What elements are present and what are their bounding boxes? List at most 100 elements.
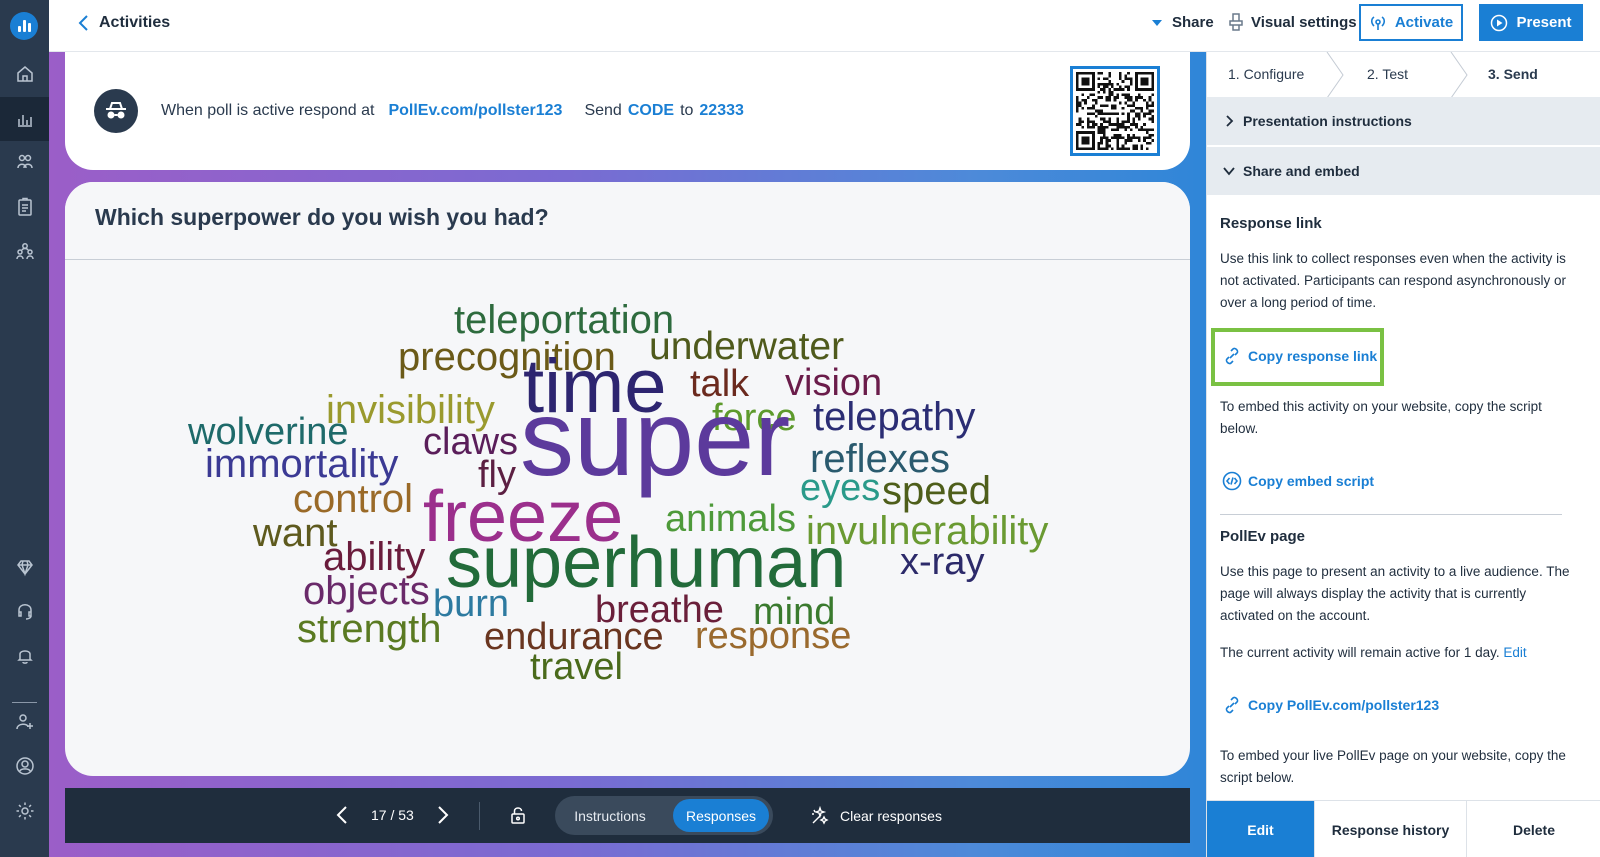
settings-gear-icon[interactable] [0,789,49,833]
word-cloud: teleportation underwater precognition time t… [65,261,1190,776]
instructions-tab[interactable]: Instructions [559,799,661,832]
word-cloud-word: underwater [649,325,845,368]
presentation-controls-bar: 17 / 53 Instructions Responses Clear res… [65,788,1190,843]
send-code: CODE [627,102,675,119]
word-cloud-word: objects [303,569,430,613]
step-divider-icon [1325,51,1345,99]
step-configure[interactable]: 1. Configure [1228,66,1304,82]
steps-nav: 1. Configure 2. Test 3. Send [1207,51,1600,99]
delete-button[interactable]: Delete [1467,801,1600,857]
controls-divider [479,802,480,830]
chevron-left-icon [336,806,347,824]
sparkle-clear-icon [812,806,829,825]
word-cloud-word: super [520,377,791,498]
diamond-icon[interactable] [0,545,49,589]
bottom-actions: Edit Response history Delete [1207,800,1600,857]
edit-button[interactable]: Edit [1207,801,1315,857]
reports-icon[interactable] [0,185,49,229]
active-duration-text: The current activity will remain active … [1220,642,1572,664]
qr-code-icon [1076,72,1154,150]
home-icon[interactable] [0,52,49,96]
left-rail [0,0,49,857]
step-send[interactable]: 3. Send [1488,66,1538,82]
active-duration-label: The current activity will remain active … [1220,645,1500,660]
paint-brush-icon [1229,13,1243,31]
word-cloud-word: response [695,615,852,657]
previous-activity-button[interactable] [335,805,349,825]
presentation-instructions-accordion[interactable]: Presentation instructions [1207,97,1600,145]
share-label: Share [1172,14,1214,31]
share-button[interactable]: Share [1152,14,1214,31]
copy-response-link-button[interactable]: Copy response link [1222,346,1377,366]
top-bar: Activities Share Visual settings Activat… [49,0,1600,52]
word-cloud-word: telepathy [813,395,976,439]
question-card: Which superpower do you wish you had? te… [65,182,1190,776]
share-and-embed-accordion[interactable]: Share and embed [1207,147,1600,195]
copy-response-link-label: Copy response link [1248,348,1378,364]
word-cloud-word: teleportation [454,298,675,342]
respond-text: When poll is active respond at PollEv.co… [161,102,744,120]
lock-toggle-button[interactable] [508,805,528,825]
back-label: Activities [99,14,171,31]
qr-code[interactable] [1070,66,1160,156]
copy-pollev-url-button[interactable]: Copy PollEv.com/pollster123 [1222,695,1439,715]
clear-responses-label: Clear responses [840,808,942,824]
step-divider-icon [1449,51,1469,99]
embed-description: To embed this activity on your website, … [1220,399,1542,436]
next-activity-button[interactable] [436,805,450,825]
presentation-instructions-label: Presentation instructions [1243,113,1412,129]
word-cloud-word: x-ray [900,541,985,583]
word-cloud-word: eyes [800,467,881,509]
present-button[interactable]: Present [1479,4,1583,41]
activate-button[interactable]: Activate [1359,4,1463,41]
pollev-page-heading: PollEv page [1220,528,1306,545]
responses-tab[interactable]: Responses [673,799,769,832]
word-cloud-word: speed [882,469,991,513]
view-toggle: Instructions Responses [555,796,773,835]
pollev-page-description: Use this page to present an activity to … [1220,564,1570,623]
visual-settings-label: Visual settings [1251,13,1357,31]
activities-icon[interactable] [0,97,49,141]
response-link-description: Use this link to collect responses even … [1220,251,1566,310]
copy-pollev-url-label: Copy PollEv.com/pollster123 [1248,697,1440,713]
profile-icon[interactable] [0,744,49,788]
chevron-right-icon [438,806,449,824]
incognito-avatar-icon [94,89,138,133]
link-icon [1225,696,1239,714]
embed-live-description: To embed your live PollEv page on your w… [1220,748,1566,785]
app-logo-icon[interactable] [10,12,38,40]
copy-embed-script-label: Copy embed script [1248,473,1375,489]
back-to-activities-link[interactable]: Activities [77,14,170,32]
clear-responses-button[interactable]: Clear responses [810,806,942,826]
word-cloud-word: travel [530,646,623,688]
present-label: Present [1516,14,1572,31]
chevron-right-icon [1226,115,1234,127]
copy-embed-script-button[interactable]: Copy embed script [1222,471,1374,491]
broadcast-icon [1370,15,1385,30]
word-cloud-word: strength [297,607,442,651]
response-history-button[interactable]: Response history [1315,801,1467,857]
send-panel: 1. Configure 2. Test 3. Send Presentatio… [1206,51,1600,857]
activate-label: Activate [1394,14,1454,31]
respond-url-link[interactable]: PollEv.com/pollster123 [388,102,562,120]
to-word: to [680,102,694,119]
visual-settings-button[interactable]: Visual settings [1227,12,1357,32]
activity-counter: 17 / 53 [371,807,414,823]
participants-icon[interactable] [0,140,49,184]
step-test[interactable]: 2. Test [1367,66,1408,82]
notifications-bell-icon[interactable] [0,633,49,677]
link-icon [1225,347,1239,365]
caret-down-icon [1152,19,1162,26]
presentation-stage: When poll is active respond at PollEv.co… [49,52,1206,857]
edit-duration-link[interactable]: Edit [1503,645,1526,660]
send-number: 22333 [699,102,744,119]
share-and-embed-label: Share and embed [1243,163,1360,179]
chevron-left-icon [78,15,88,31]
send-word: Send [584,102,622,119]
groups-icon[interactable] [0,229,49,273]
play-circle-icon [1491,14,1508,31]
support-headset-icon[interactable] [0,589,49,633]
respond-prefix: When poll is active respond at [161,102,375,119]
chevron-down-icon [1223,167,1235,176]
add-user-icon[interactable] [0,700,49,744]
